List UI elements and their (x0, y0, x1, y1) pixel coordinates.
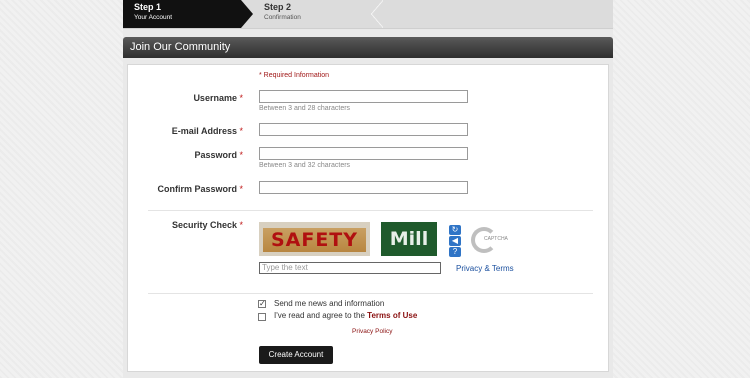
step-2-number: Step 2 (264, 2, 292, 12)
registration-page: Step 1 Your Account Step 2 Confirmation … (123, 0, 613, 378)
required-star: * (239, 220, 243, 230)
required-note: * Required Information (259, 72, 330, 79)
privacy-terms-link[interactable]: Privacy & Terms (456, 264, 514, 273)
required-star: * (239, 184, 243, 194)
step-1-label: Your Account (134, 14, 173, 21)
audio-icon[interactable]: ◀ (449, 236, 461, 246)
captcha-image: SAFETY (259, 222, 370, 256)
panel-header: Join Our Community (123, 37, 613, 58)
username-input[interactable] (259, 90, 468, 103)
captcha-logo-text: CAPTCHA (483, 236, 509, 242)
step-2-label: Confirmation (264, 14, 301, 21)
terms-checkbox[interactable] (258, 313, 266, 321)
step-1-number: Step 1 (134, 2, 162, 12)
privacy-policy-link[interactable]: Privacy Policy (352, 328, 392, 335)
registration-form: * Required Information Username * Betwee… (127, 64, 609, 372)
steps-bar: Step 1 Your Account Step 2 Confirmation (123, 0, 613, 29)
required-star: * (239, 126, 243, 136)
password-label: Password * (194, 150, 243, 160)
create-account-button[interactable]: Create Account (259, 346, 333, 364)
step-2: Step 2 Confirmation (253, 0, 383, 28)
divider (148, 210, 593, 211)
captcha-word-1: SAFETY (263, 228, 366, 252)
step-arrow-icon (371, 0, 383, 28)
email-label: E-mail Address * (171, 126, 243, 136)
email-input[interactable] (259, 123, 468, 136)
confirm-password-input[interactable] (259, 181, 468, 194)
required-star: * (239, 150, 243, 160)
confirm-password-label: Confirm Password * (157, 184, 243, 194)
password-hint: Between 3 and 32 characters (259, 162, 351, 169)
captcha-word-2: Mill (381, 222, 437, 256)
news-checkbox[interactable]: ✓ (258, 300, 266, 308)
username-hint: Between 3 and 28 characters (259, 105, 351, 112)
panel-title: Join Our Community (130, 41, 231, 53)
terms-of-use-link[interactable]: Terms of Use (367, 311, 417, 320)
help-icon[interactable]: ? (449, 247, 461, 257)
divider (148, 293, 593, 294)
step-1: Step 1 Your Account (123, 0, 253, 28)
terms-checkbox-label: I've read and agree to the Terms of Use (274, 311, 418, 320)
required-star: * (239, 93, 243, 103)
security-check-label: Security Check * (171, 220, 243, 230)
refresh-icon[interactable]: ↻ (449, 225, 461, 235)
password-input[interactable] (259, 147, 468, 160)
news-checkbox-label: Send me news and information (274, 299, 385, 308)
username-label: Username * (193, 93, 243, 103)
captcha-input[interactable]: Type the text (259, 262, 441, 274)
